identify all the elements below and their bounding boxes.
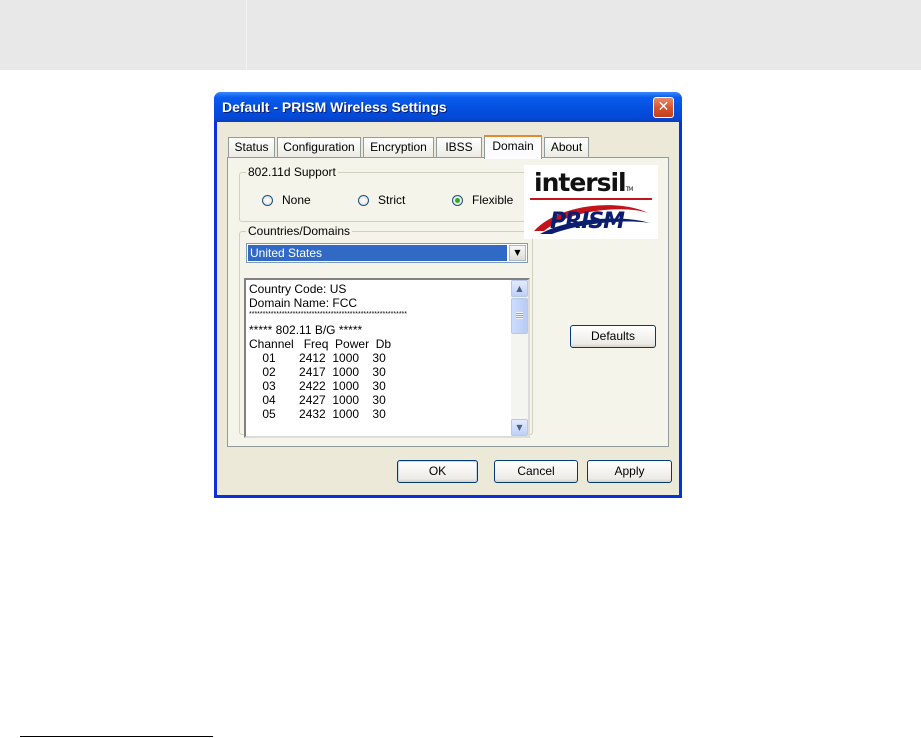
logo-divider bbox=[530, 198, 652, 200]
detail-line: 05 2432 1000 30 bbox=[249, 407, 386, 421]
tab-status[interactable]: Status bbox=[228, 137, 275, 157]
domain-tab-panel: 802.11d Support None Strict Flexible Cou… bbox=[227, 157, 669, 447]
detail-line: 03 2422 1000 30 bbox=[249, 379, 386, 393]
chevron-down-icon[interactable]: ▼ bbox=[511, 419, 528, 436]
tab-domain[interactable]: Domain bbox=[484, 135, 542, 159]
close-button[interactable]: ✕ bbox=[653, 97, 674, 118]
detail-line: Country Code: US bbox=[249, 282, 347, 296]
detail-line: Domain Name: FCC bbox=[249, 296, 358, 310]
detail-line: 01 2412 1000 30 bbox=[249, 351, 386, 365]
apply-button[interactable]: Apply bbox=[587, 460, 672, 483]
domain-details-box[interactable]: Country Code: US Domain Name: FCC ******… bbox=[244, 278, 530, 438]
triangle-down-icon[interactable]: ▼ bbox=[509, 245, 526, 261]
support-group-label: 802.11d Support bbox=[246, 165, 338, 179]
scroll-thumb[interactable] bbox=[511, 298, 528, 334]
close-icon: ✕ bbox=[657, 99, 670, 115]
radio-flexible-indicator bbox=[452, 194, 463, 206]
ok-button[interactable]: OK bbox=[397, 460, 478, 483]
vertical-scrollbar[interactable]: ▲ ▼ bbox=[511, 280, 528, 436]
cancel-button[interactable]: Cancel bbox=[494, 460, 578, 483]
defaults-button[interactable]: Defaults bbox=[570, 325, 656, 348]
tab-ibss[interactable]: IBSS bbox=[436, 137, 482, 157]
intersil-wordmark: intersilTM bbox=[534, 168, 633, 197]
radio-strict[interactable]: Strict bbox=[358, 193, 405, 207]
countries-groupbox: Countries/Domains United States ▼ Countr… bbox=[239, 224, 533, 438]
support-groupbox: 802.11d Support None Strict Flexible bbox=[239, 165, 531, 222]
radio-strict-indicator bbox=[358, 194, 369, 206]
detail-line: Channel Freq Power Db bbox=[249, 337, 392, 351]
radio-none-label: None bbox=[282, 193, 311, 207]
tab-configuration[interactable]: Configuration bbox=[277, 137, 361, 157]
tab-about[interactable]: About bbox=[544, 137, 589, 157]
radio-none[interactable]: None bbox=[262, 193, 311, 207]
intersil-prism-logo: intersilTM PRISM bbox=[524, 165, 658, 239]
domain-details-text: Country Code: US Domain Name: FCC ******… bbox=[249, 282, 407, 421]
detail-line: ***** 802.11 B/G ***** bbox=[249, 323, 363, 337]
window-title: Default - PRISM Wireless Settings bbox=[222, 99, 447, 115]
detail-separator: ****************************************… bbox=[249, 311, 407, 318]
dialog-window: Default - PRISM Wireless Settings ✕ Stat… bbox=[214, 92, 682, 498]
radio-flexible-label: Flexible bbox=[472, 193, 514, 207]
header-divider bbox=[246, 0, 247, 70]
radio-strict-label: Strict bbox=[378, 193, 406, 207]
detail-line: 02 2417 1000 30 bbox=[249, 365, 386, 379]
footnote-rule bbox=[20, 736, 213, 737]
detail-line: 04 2427 1000 30 bbox=[249, 393, 386, 407]
prism-wordmark: PRISM bbox=[550, 209, 625, 234]
country-select[interactable]: United States ▼ bbox=[246, 243, 528, 263]
dialog-client: Status Configuration Encryption IBSS Dom… bbox=[217, 122, 679, 495]
chevron-up-icon[interactable]: ▲ bbox=[511, 280, 528, 297]
radio-flexible[interactable]: Flexible bbox=[452, 193, 513, 207]
title-bar[interactable]: Default - PRISM Wireless Settings ✕ bbox=[214, 92, 682, 122]
radio-none-indicator bbox=[262, 194, 273, 206]
page-header-bar bbox=[0, 0, 921, 70]
country-select-value: United States bbox=[248, 245, 507, 261]
countries-group-label: Countries/Domains bbox=[246, 224, 353, 238]
tab-encryption[interactable]: Encryption bbox=[363, 137, 434, 157]
